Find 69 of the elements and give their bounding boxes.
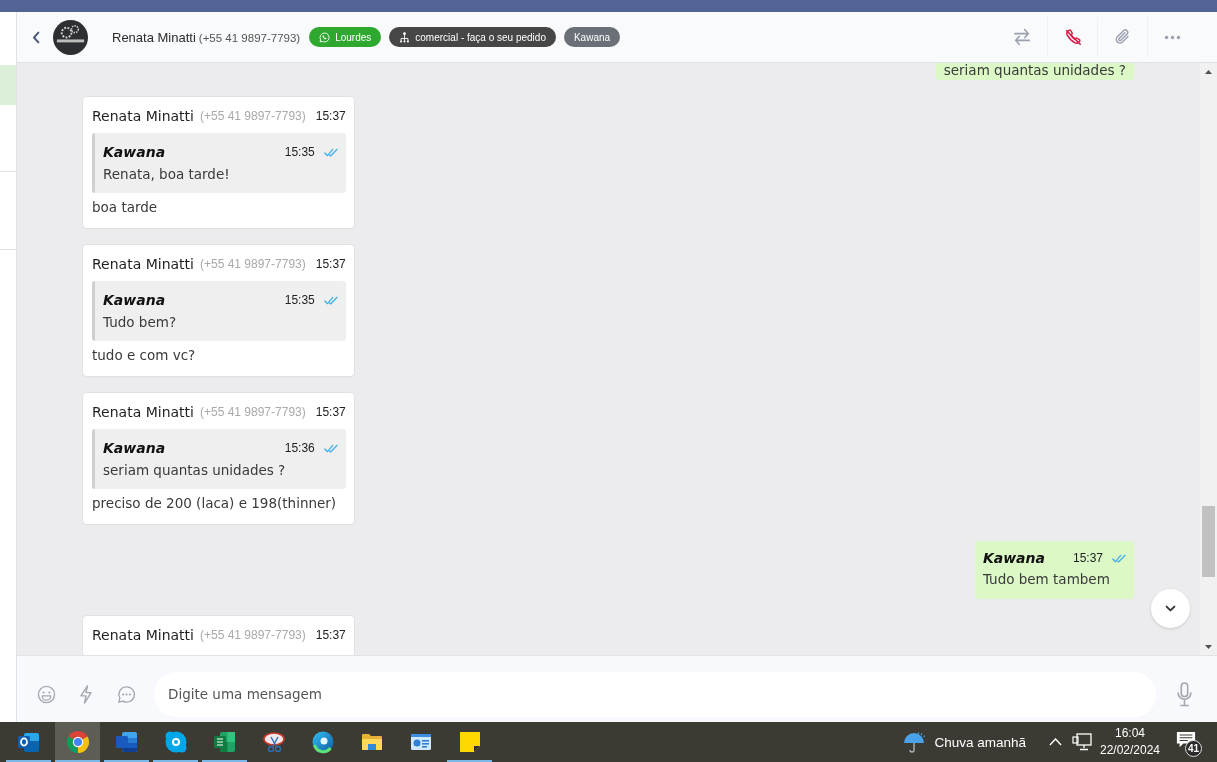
smiley-icon (36, 684, 56, 704)
quoted-text: seriam quantas unidades ? (103, 461, 287, 479)
chevron-down-icon (1165, 605, 1176, 612)
message-text: preciso de 200 (laca) e 198(thinner) (92, 494, 338, 512)
document-app-icon (114, 730, 139, 754)
scrollbar[interactable] (1200, 63, 1217, 655)
message-text: Tudo bem tambem (982, 570, 1111, 588)
sender-name: Renata Minatti (92, 627, 194, 643)
sender-phone: (+55 41 9897-7793) (200, 628, 306, 642)
hierarchy-icon (399, 31, 411, 43)
message-time: 15:37 (314, 405, 346, 419)
taskbar-app-button[interactable] (55, 722, 100, 762)
lightning-icon (79, 684, 93, 704)
phone-bubble-icon (319, 31, 331, 43)
more-options-icon (1164, 34, 1181, 40)
clock-date: 22/02/2024 (1099, 742, 1161, 759)
umbrella-rain-icon (902, 730, 927, 754)
contact-avatar (53, 19, 88, 55)
message-time: 15:37 (1071, 551, 1103, 565)
scroll-up-arrow-icon (1205, 70, 1212, 74)
sender-name: Renata Minatti (92, 404, 194, 420)
chevron-left-icon (32, 30, 40, 44)
chat-dots-icon (116, 684, 136, 704)
caret-up-icon (1048, 738, 1062, 746)
network-icon (1072, 733, 1092, 751)
message-time: 15:37 (314, 109, 346, 123)
weather-button[interactable]: Chuva amanhã (902, 722, 1026, 762)
microphone-icon (1175, 681, 1193, 707)
sender-name: Renata Minatti (92, 108, 194, 124)
notifications-button[interactable]: 41 (1172, 722, 1200, 762)
quoted-author: Kawana (103, 292, 166, 308)
scrollbar-thumb[interactable] (1202, 506, 1215, 577)
message-text: seriam quantas unidades ? (943, 63, 1126, 78)
spreadsheet-app-icon (212, 730, 237, 754)
tag-label: comercial - faça o seu pedido (415, 31, 546, 43)
mail-app-icon (16, 730, 41, 754)
message-text: boa tarde (92, 198, 159, 216)
web-app-icon (310, 730, 335, 754)
message-text: tudo e com vc? (92, 346, 197, 364)
quoted-text: Tudo bem? (103, 313, 178, 331)
sender-name: Renata Minatti (92, 256, 194, 272)
phone-off-icon (1063, 28, 1082, 46)
messenger-app-icon (163, 730, 188, 754)
sender-phone: (+55 41 9897-7793) (200, 109, 306, 123)
message-time: 15:37 (314, 628, 346, 642)
paperclip-icon (1113, 28, 1132, 46)
notification-count: 41 (1184, 740, 1202, 757)
browser-app-icon (65, 730, 90, 754)
quoted-time: 15:35 (283, 145, 315, 159)
message-input[interactable]: Digite uma mensagem (154, 671, 1156, 717)
highlighted-row (0, 65, 16, 105)
quoted-author: Kawana (103, 144, 166, 160)
message-time: 15:37 (314, 257, 346, 271)
sticky-note-icon (457, 730, 482, 754)
contact-phone: (+55 41 9897-7793) (198, 31, 301, 44)
scroll-down-arrow-icon (1205, 645, 1212, 649)
swap-arrows-icon (1013, 28, 1031, 46)
quoted-time: 15:36 (283, 441, 315, 455)
tag-label: Kawana (573, 31, 611, 43)
sender-name: Kawana (982, 550, 1045, 566)
tag-label: Lourdes (335, 31, 372, 43)
quoted-author: Kawana (103, 440, 166, 456)
contact-name: Renata Minatti (112, 29, 196, 45)
quoted-text: Renata, boa tarde! (103, 165, 231, 183)
quoted-time: 15:35 (283, 293, 315, 307)
clock-time: 16:04 (1115, 725, 1145, 742)
scissors-app-icon (261, 730, 286, 754)
sender-phone: (+55 41 9897-7793) (200, 257, 306, 271)
sender-phone: (+55 41 9897-7793) (200, 405, 306, 419)
